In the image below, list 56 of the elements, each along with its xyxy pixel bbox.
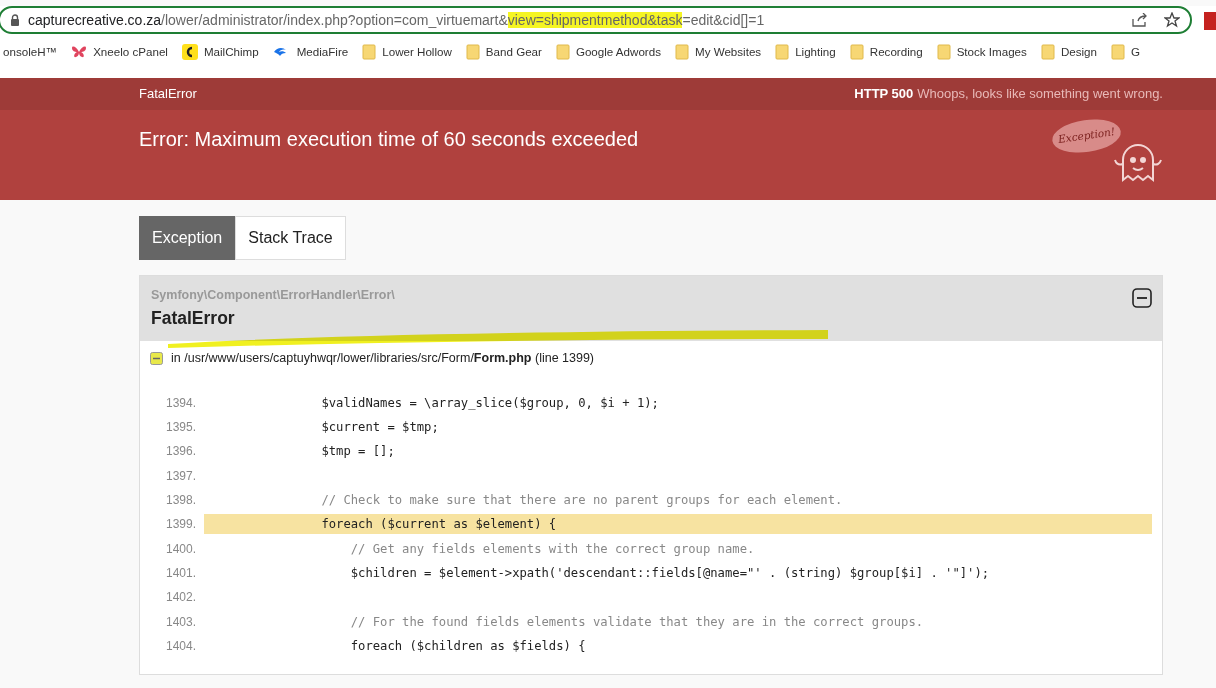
folder-icon — [936, 44, 951, 60]
bookmark[interactable]: Lower Hollow — [355, 43, 459, 61]
code-line: $validNames = \array_slice($group, 0, $i + 1); — [320, 394, 660, 412]
butterfly-icon — [71, 45, 88, 59]
bookmark[interactable]: MediaFire — [265, 43, 356, 61]
folder-icon — [675, 44, 689, 60]
exception-class: FatalError — [151, 306, 236, 330]
bookmark[interactable]: Band Gear — [458, 43, 549, 61]
folder-icon — [1040, 44, 1055, 60]
share-icon[interactable] — [1132, 13, 1148, 27]
folder-icon — [1110, 44, 1125, 60]
tab[interactable]: Exception — [139, 216, 236, 260]
bookmark[interactable]: Stock Images — [929, 43, 1034, 61]
status-text: Whoops, looks like something went wrong. — [917, 86, 1163, 102]
line-number: 1401. — [164, 564, 197, 582]
tab[interactable]: Stack Trace — [235, 216, 346, 260]
folder-icon — [465, 44, 480, 60]
file-location: in /usr/www/users/captuyhwqr/lower/libraries/src/Form/Form.php (line 1399) — [171, 350, 595, 367]
bookmark[interactable]: MailChimp — [174, 43, 266, 61]
star-icon[interactable] — [1164, 12, 1180, 28]
bookmark[interactable]: G — [1103, 43, 1147, 61]
bookmark[interactable]: Design — [1033, 43, 1104, 61]
bookmark[interactable]: Recording — [842, 43, 930, 61]
line-number: 1398. — [164, 492, 197, 510]
bookmark[interactable]: Xneelo cPanel — [64, 43, 175, 61]
bookmark[interactable]: onsoleH™ — [0, 43, 65, 61]
bookmark[interactable]: Google Adwords — [548, 43, 668, 61]
line-number: 1404. — [164, 637, 197, 655]
lock-icon — [10, 14, 20, 26]
line-number: 1397. — [164, 467, 197, 485]
line-number: 1399. — [164, 516, 197, 534]
line-number: 1400. — [164, 540, 197, 558]
folder-icon — [849, 44, 864, 60]
line-number: 1394. — [164, 394, 197, 412]
error-title: FatalError — [139, 85, 197, 104]
code-line: $tmp = []; — [320, 443, 396, 461]
line-number: 1403. — [164, 613, 197, 631]
code-line: // For the found fields elements validate that they are in the correct groups. — [349, 613, 925, 631]
folder-icon — [555, 44, 570, 60]
line-number: 1396. — [164, 443, 197, 461]
bookmark[interactable]: My Websites — [668, 43, 769, 61]
logo-icon — [181, 44, 198, 60]
code-line: // Get any fields elements with the correct group name. — [349, 540, 756, 558]
folder-icon — [362, 44, 377, 60]
bookmark[interactable]: Lighting — [768, 43, 843, 61]
exception-namespace: Symfony\Component\ErrorHandler\Error\ — [151, 287, 395, 304]
code-line: $current = $tmp; — [320, 419, 440, 437]
status-code: HTTP 500 — [854, 86, 914, 102]
collapse-icon[interactable] — [150, 351, 163, 365]
folder-icon — [775, 44, 790, 60]
code-line: // Check to make sure that there are no parent groups for each element. — [320, 492, 844, 510]
line-number: 1402. — [164, 589, 197, 607]
code-line: $children = $element->xpath('descendant::fields[@name="' . (string) $group[$i] . '"]'); — [349, 564, 991, 582]
error-message: Error: Maximum execution time of 60 seconds exceeded — [139, 127, 639, 152]
line-number: 1395. — [164, 419, 197, 437]
code-line: foreach ($children as $fields) { — [349, 637, 587, 655]
